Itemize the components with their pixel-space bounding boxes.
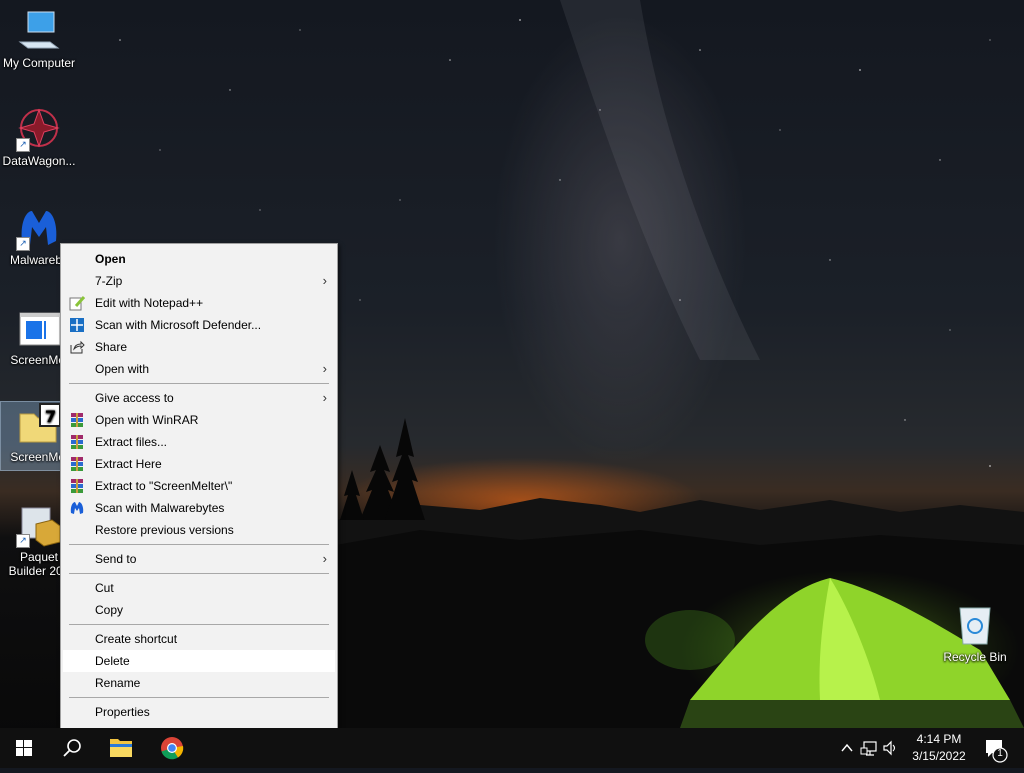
- clock-date: 3/15/2022: [912, 749, 966, 763]
- menu-separator: [69, 544, 329, 545]
- svg-text:7: 7: [45, 407, 56, 426]
- search-button[interactable]: [48, 728, 96, 768]
- my-computer-desktop-icon[interactable]: My Computer: [1, 8, 77, 70]
- menu-item-7zip[interactable]: 7-Zip ›: [63, 270, 335, 292]
- menu-item-edit-notepadpp[interactable]: Edit with Notepad++: [63, 292, 335, 314]
- shortcut-arrow-icon: ↗: [16, 237, 30, 251]
- start-button[interactable]: [0, 728, 48, 768]
- chevron-right-icon: ›: [322, 551, 327, 566]
- chevron-right-icon: ›: [322, 361, 327, 376]
- folder-icon: [110, 739, 132, 757]
- chevron-right-icon: ›: [322, 273, 327, 288]
- application-window-icon: [16, 305, 62, 351]
- chrome-icon: [161, 737, 184, 760]
- recycle-bin-icon: [952, 602, 998, 648]
- menu-item-copy[interactable]: Copy: [63, 599, 335, 621]
- menu-item-open-winrar[interactable]: Open with WinRAR: [63, 409, 335, 431]
- action-center-button[interactable]: 1: [976, 728, 1024, 768]
- system-tray: [838, 728, 898, 768]
- menu-item-scan-defender[interactable]: Scan with Microsoft Defender...: [63, 314, 335, 336]
- chrome-button[interactable]: [148, 728, 196, 768]
- menu-item-cut[interactable]: Cut: [63, 577, 335, 599]
- menu-item-rename[interactable]: Rename: [63, 672, 335, 694]
- shortcut-arrow-icon: ↗: [16, 534, 30, 548]
- winrar-icon: [71, 435, 83, 449]
- share-icon: [70, 340, 85, 354]
- menu-separator: [69, 697, 329, 698]
- menu-item-share[interactable]: Share: [63, 336, 335, 358]
- malwarebytes-logo-icon: ↗: [16, 205, 62, 251]
- menu-item-extract-to-folder[interactable]: Extract to "ScreenMelter\": [63, 475, 335, 497]
- menu-item-extract-files[interactable]: Extract files...: [63, 431, 335, 453]
- menu-item-properties[interactable]: Properties: [63, 701, 335, 723]
- datawagon-desktop-icon[interactable]: ↗ DataWagon...: [1, 106, 77, 168]
- clock[interactable]: 4:14 PM 3/15/2022: [900, 731, 978, 765]
- chevron-right-icon: ›: [322, 390, 327, 405]
- chevron-up-icon[interactable]: [841, 743, 853, 752]
- menu-item-give-access[interactable]: Give access to ›: [63, 387, 335, 409]
- winrar-icon: [71, 479, 83, 493]
- notepadpp-icon: [69, 296, 85, 311]
- clock-time: 4:14 PM: [916, 732, 962, 746]
- network-icon[interactable]: [860, 741, 877, 756]
- file-explorer-button[interactable]: [98, 728, 146, 768]
- installer-box-icon: ↗: [16, 502, 62, 548]
- menu-item-open[interactable]: Open: [63, 248, 335, 270]
- volume-icon[interactable]: [883, 740, 896, 756]
- taskbar: 4:14 PM 3/15/2022 1: [0, 728, 1024, 768]
- datawagon-app-icon: ↗: [16, 106, 62, 152]
- menu-item-delete[interactable]: Delete: [63, 650, 335, 672]
- recycle-bin-desktop-icon[interactable]: Recycle Bin: [937, 602, 1013, 664]
- notification-count-badge: 1: [997, 748, 1003, 759]
- winrar-icon: [71, 457, 83, 471]
- defender-shield-icon: [70, 318, 84, 332]
- malwarebytes-icon: [70, 502, 84, 514]
- menu-item-send-to[interactable]: Send to ›: [63, 548, 335, 570]
- menu-item-scan-malwarebytes[interactable]: Scan with Malwarebytes: [63, 497, 335, 519]
- windows-logo-icon: [16, 740, 32, 756]
- shortcut-arrow-icon: ↗: [16, 138, 30, 152]
- menu-item-restore-previous[interactable]: Restore previous versions: [63, 519, 335, 541]
- computer-icon: [16, 8, 62, 54]
- desktop-icon-label: My Computer: [2, 56, 76, 70]
- menu-separator: [69, 573, 329, 574]
- search-icon: [63, 739, 81, 757]
- menu-separator: [69, 624, 329, 625]
- desktop-icon-label: Recycle Bin: [943, 650, 1007, 664]
- winrar-icon: [71, 413, 83, 427]
- menu-item-extract-here[interactable]: Extract Here: [63, 453, 335, 475]
- 7zip-archive-icon: 7: [16, 402, 62, 448]
- desktop-icon-label: DataWagon...: [2, 154, 76, 168]
- menu-separator: [69, 383, 329, 384]
- menu-item-create-shortcut[interactable]: Create shortcut: [63, 628, 335, 650]
- context-menu: Open 7-Zip › Edit with Notepad++ Scan wit…: [60, 243, 338, 729]
- menu-item-open-with[interactable]: Open with ›: [63, 358, 335, 380]
